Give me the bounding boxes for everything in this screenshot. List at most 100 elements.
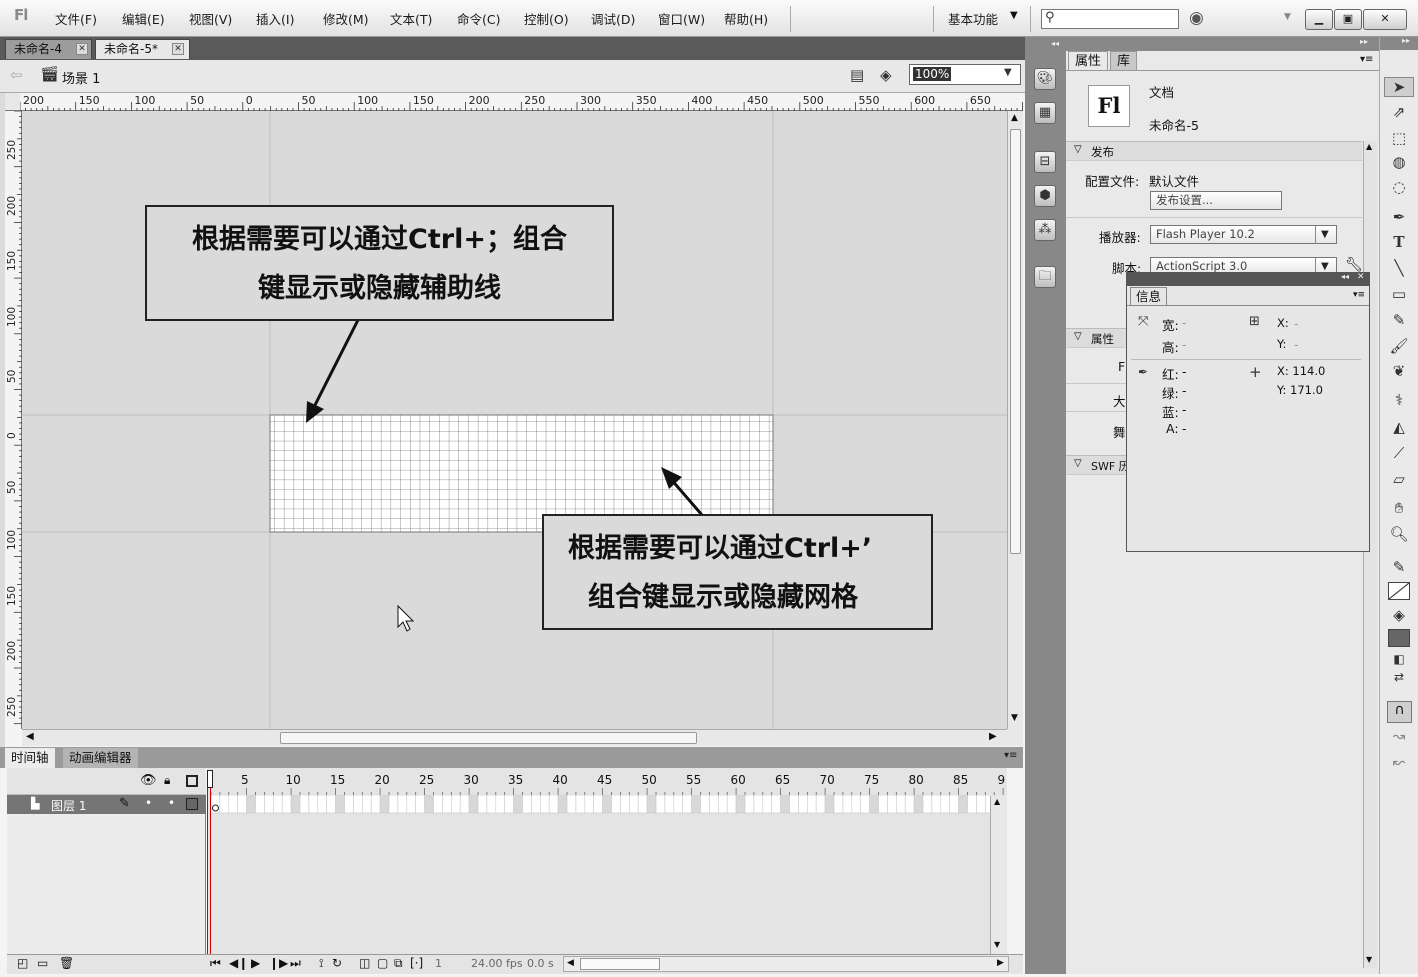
tab-info[interactable]: 信息 bbox=[1130, 287, 1168, 306]
properties-scrollbar[interactable]: ▲ ▼ bbox=[1363, 141, 1377, 968]
collapse-icon[interactable]: ◂◂ bbox=[1341, 272, 1349, 281]
text-tool-icon[interactable]: T bbox=[1380, 233, 1418, 251]
brush-tool-icon[interactable]: 🖌︎ bbox=[1380, 337, 1418, 355]
line-tool-icon[interactable]: ╲ bbox=[1380, 259, 1418, 277]
pen-tool-icon[interactable]: ✒ bbox=[1380, 208, 1418, 226]
frame-cells[interactable] bbox=[207, 795, 1007, 814]
timeline-frames[interactable]: 5 10 15 20 25 30 35 40 45 50 55 60 65 70 75 80 85 9 ▲ ▼ bbox=[207, 768, 1007, 954]
workspace-switcher[interactable]: 基本功能 bbox=[948, 9, 998, 28]
menu-modify[interactable]: 修改(M) bbox=[323, 9, 369, 28]
timeline-horizontal-scrollbar[interactable]: ◀ ▶ bbox=[563, 956, 1009, 972]
section-publish[interactable]: ▽ 发布 bbox=[1066, 141, 1362, 161]
modify-markers-icon[interactable]: [·] bbox=[410, 956, 423, 970]
hand-tool-icon[interactable]: ✋︎ bbox=[1380, 499, 1418, 517]
doc-tab-untitled-4[interactable]: 未命名-4 ✕ bbox=[5, 39, 92, 59]
edit-multiple-frames-icon[interactable]: ⧉ bbox=[394, 956, 403, 971]
step-back-icon[interactable]: ◀❙ bbox=[229, 956, 248, 970]
expand-icon[interactable]: ▸▸ bbox=[1360, 37, 1368, 46]
info-titlebar[interactable]: ◂◂ ✕ bbox=[1127, 272, 1369, 286]
outline-icon[interactable] bbox=[186, 775, 198, 787]
frame-rate[interactable]: 24.00 fps bbox=[471, 957, 523, 970]
onion-skin-icon[interactable]: ◫ bbox=[359, 956, 370, 970]
pencil-tool-icon[interactable]: ✎ bbox=[1380, 311, 1418, 329]
smooth-icon[interactable]: ↝ bbox=[1380, 727, 1418, 745]
go-to-last-frame-icon[interactable]: ⏭ bbox=[290, 956, 301, 971]
scroll-down-icon[interactable]: ▼ bbox=[994, 940, 1000, 949]
close-icon[interactable]: ✕ bbox=[172, 43, 184, 55]
edit-scene-icon[interactable]: ▤ bbox=[850, 66, 864, 84]
tab-motion-editor[interactable]: 动画编辑器 bbox=[63, 748, 138, 768]
search-input[interactable]: ⚲ bbox=[1041, 9, 1179, 29]
eye-icon[interactable]: 👁︎ bbox=[140, 773, 157, 788]
eyedropper-tool-icon[interactable]: ⟋ bbox=[1380, 444, 1418, 462]
scroll-thumb[interactable] bbox=[280, 732, 697, 744]
scroll-right-icon[interactable]: ▶ bbox=[989, 731, 997, 742]
bone-tool-icon[interactable]: ⚕ bbox=[1380, 391, 1418, 409]
selection-tool-icon[interactable]: ➤ bbox=[1384, 77, 1414, 97]
align-panel-icon[interactable]: ⊟ bbox=[1034, 151, 1056, 173]
current-frame[interactable]: 1 bbox=[435, 957, 442, 970]
expand-icon[interactable]: ▸▸ bbox=[1402, 36, 1410, 45]
doc-tab-untitled-5[interactable]: 未命名-5* ✕ bbox=[95, 39, 190, 59]
scroll-right-icon[interactable]: ▶ bbox=[997, 958, 1004, 968]
3d-rotation-tool-icon[interactable]: ◍ bbox=[1380, 153, 1418, 171]
playhead-handle[interactable] bbox=[207, 770, 213, 788]
close-icon[interactable]: ✕ bbox=[1357, 272, 1365, 282]
menu-text[interactable]: 文本(T) bbox=[390, 9, 432, 28]
layer-name[interactable]: 图层 1 bbox=[51, 797, 86, 814]
menu-edit[interactable]: 编辑(E) bbox=[122, 9, 165, 28]
collapse-icon[interactable]: ◂◂ bbox=[1051, 39, 1059, 48]
player-select[interactable]: Flash Player 10.2 ▼ bbox=[1150, 225, 1337, 244]
stroke-color-swatch[interactable] bbox=[1388, 582, 1410, 600]
maximize-button[interactable]: ▣ bbox=[1334, 9, 1362, 30]
registration-grid-icon[interactable]: ⊞ bbox=[1249, 314, 1260, 329]
tab-timeline[interactable]: 时间轴 bbox=[5, 748, 55, 768]
timeline-vertical-scrollbar[interactable]: ▲ ▼ bbox=[990, 796, 1006, 954]
close-button[interactable]: ✕ bbox=[1363, 9, 1407, 30]
menu-insert[interactable]: 插入(I) bbox=[256, 9, 294, 28]
layer-row[interactable]: ▙ 图层 1 ✎ • • bbox=[7, 795, 206, 814]
menu-file[interactable]: 文件(F) bbox=[55, 9, 97, 28]
loop-icon[interactable]: ↻ bbox=[332, 956, 342, 970]
publish-settings-button[interactable]: 发布设置... bbox=[1150, 191, 1282, 210]
go-to-first-frame-icon[interactable]: ⏮ bbox=[210, 956, 221, 971]
lock-dot-icon[interactable]: • bbox=[168, 796, 175, 810]
swatches-panel-icon[interactable]: ▦ bbox=[1034, 102, 1056, 124]
paint-bucket-tool-icon[interactable]: ◭ bbox=[1380, 418, 1418, 436]
subselection-tool-icon[interactable]: ⇗ bbox=[1380, 103, 1418, 121]
chevron-down-icon[interactable]: ▼ bbox=[1010, 10, 1018, 21]
components-panel-icon[interactable]: ⬢ bbox=[1034, 185, 1056, 207]
onion-outline-icon[interactable]: ▢ bbox=[377, 956, 388, 970]
y-value[interactable]: - bbox=[1294, 337, 1299, 352]
center-frame-icon[interactable]: ⟟ bbox=[319, 956, 323, 971]
visibility-dot-icon[interactable]: • bbox=[145, 796, 152, 810]
playhead[interactable] bbox=[207, 770, 211, 954]
chevron-down-icon[interactable]: ▼ bbox=[1284, 12, 1291, 22]
scroll-up-icon[interactable]: ▲ bbox=[1366, 142, 1372, 151]
lasso-tool-icon[interactable]: ◌ bbox=[1380, 178, 1418, 196]
stage-horizontal-scrollbar[interactable]: ◀ ▶ bbox=[22, 729, 1007, 746]
panel-menu-icon[interactable]: ▾≡ bbox=[1353, 290, 1365, 300]
zoom-tool-icon[interactable]: 🔍︎ bbox=[1380, 525, 1418, 543]
default-colors-icon[interactable]: ◧ bbox=[1380, 652, 1418, 666]
straighten-icon[interactable]: ↜ bbox=[1380, 753, 1418, 771]
menu-commands[interactable]: 命令(C) bbox=[457, 9, 500, 28]
scroll-thumb[interactable] bbox=[1010, 129, 1021, 554]
free-transform-tool-icon[interactable]: ⬚ bbox=[1380, 129, 1418, 147]
scroll-thumb[interactable] bbox=[580, 958, 660, 970]
scroll-down-icon[interactable]: ▼ bbox=[1366, 955, 1372, 964]
menu-control[interactable]: 控制(O) bbox=[524, 9, 569, 28]
scroll-left-icon[interactable]: ◀ bbox=[567, 958, 574, 968]
delete-layer-icon[interactable]: 🗑︎ bbox=[59, 956, 74, 970]
height-value[interactable]: - bbox=[1182, 337, 1187, 352]
swap-colors-icon[interactable]: ⇄ bbox=[1380, 670, 1418, 684]
eraser-tool-icon[interactable]: ▱ bbox=[1380, 470, 1418, 488]
deco-tool-icon[interactable]: ❦ bbox=[1380, 362, 1418, 380]
panel-menu-icon[interactable]: ▾≡ bbox=[1004, 750, 1017, 761]
back-arrow-icon[interactable]: ⇦ bbox=[10, 66, 23, 84]
motion-presets-icon[interactable]: ⁂ bbox=[1034, 219, 1056, 241]
lock-icon[interactable]: 🔒︎ bbox=[164, 773, 170, 788]
fill-color-swatch[interactable] bbox=[1388, 629, 1410, 647]
snap-to-objects-icon[interactable]: ∩ bbox=[1387, 701, 1412, 723]
x-value[interactable]: - bbox=[1294, 316, 1299, 331]
